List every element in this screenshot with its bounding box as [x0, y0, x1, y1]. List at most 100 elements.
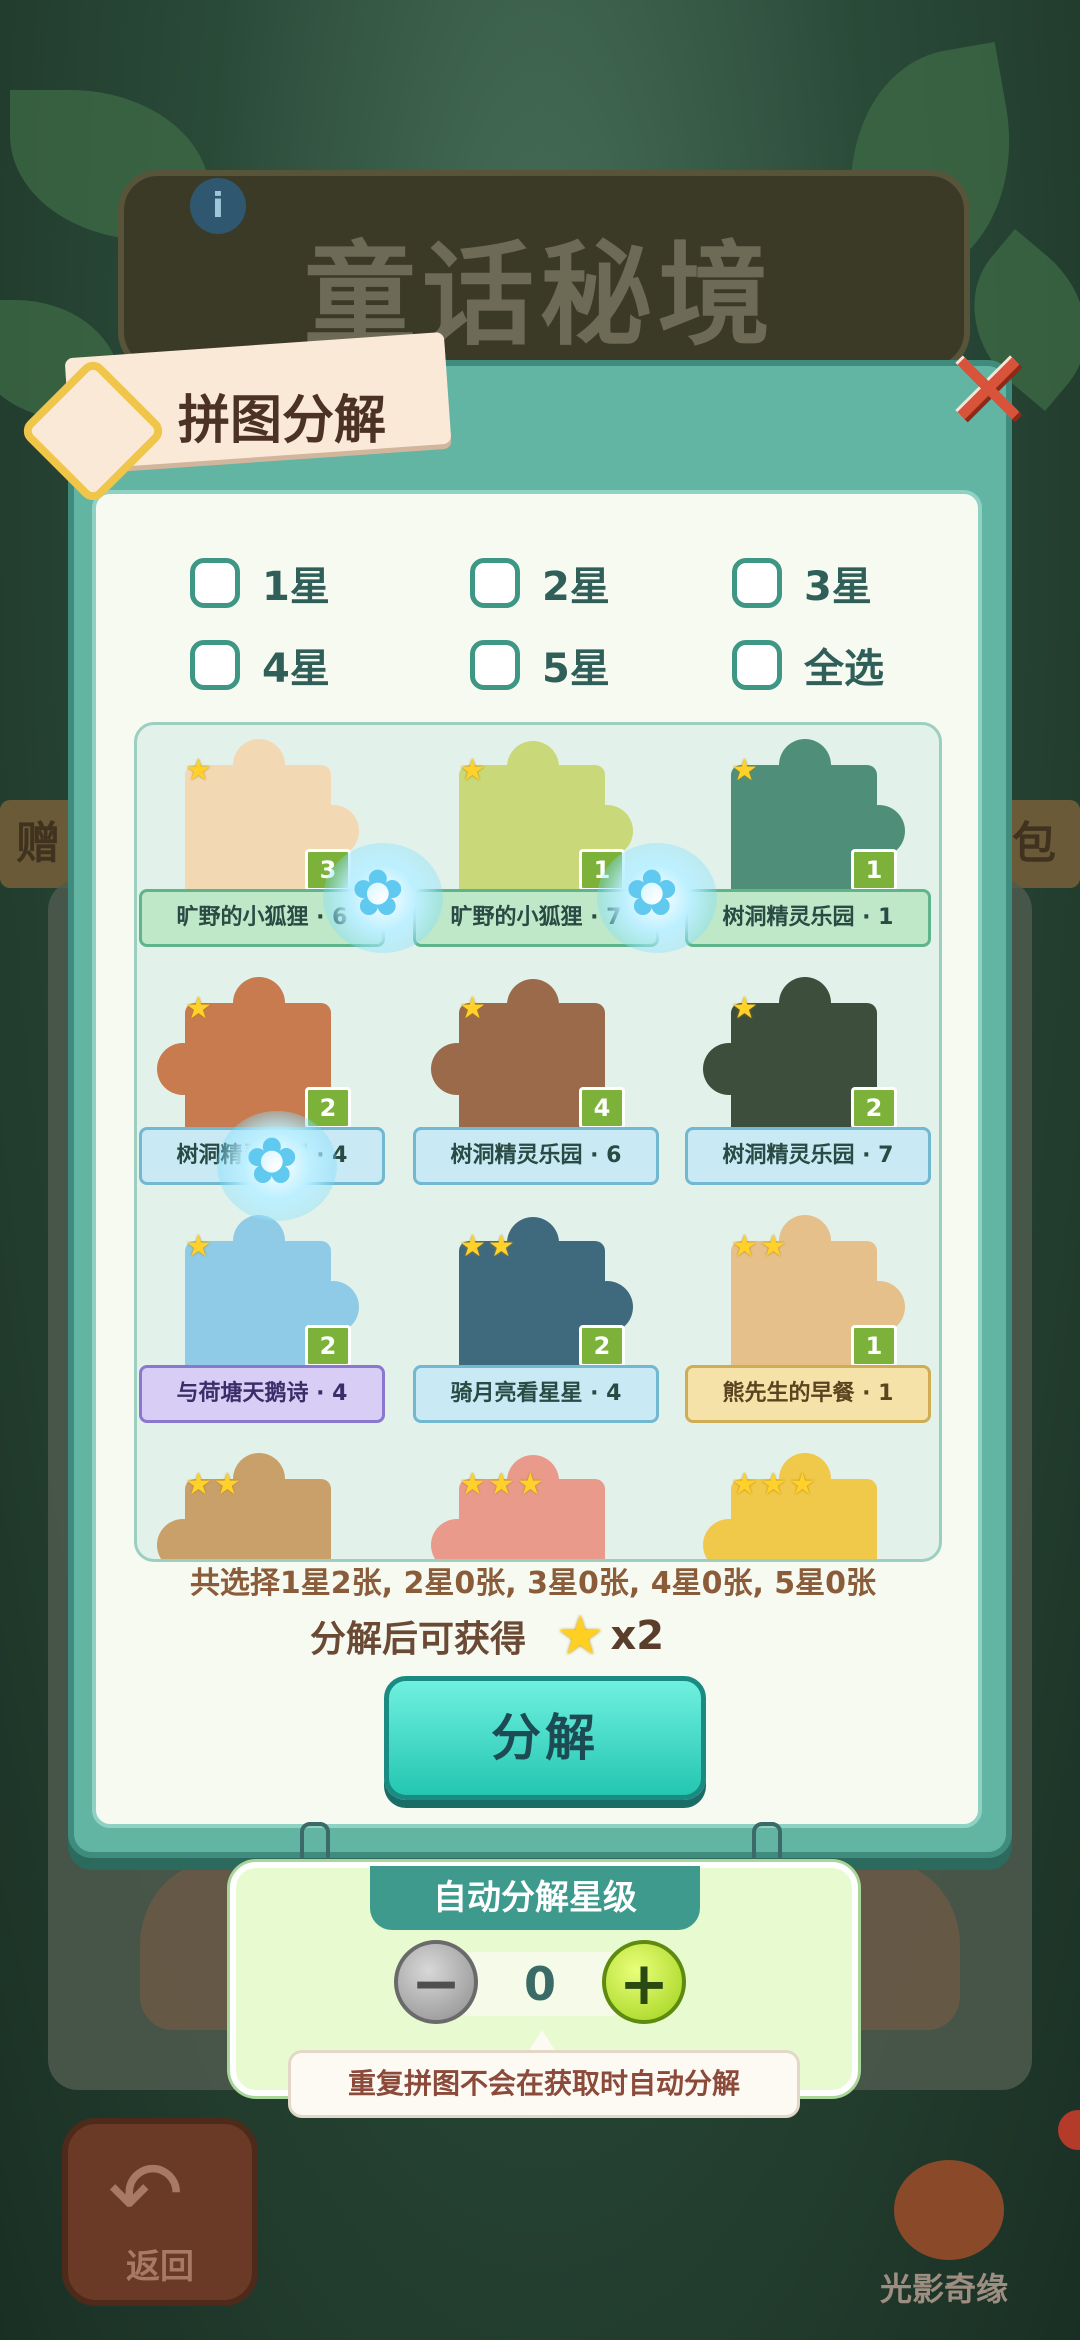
star-rating: ★ ★ ★ — [459, 1467, 544, 1502]
star-icon: ★ — [759, 1467, 787, 1502]
star-icon: ★ — [788, 1467, 816, 1502]
minus-icon[interactable]: − — [394, 1940, 478, 2024]
checkbox-label: 全选 — [804, 646, 884, 692]
star-icon: ★ — [556, 1604, 605, 1667]
filter-5-star[interactable]: 5星 — [470, 636, 610, 694]
reward-label: 分解后可获得 — [310, 1618, 527, 1660]
puzzle-knob — [431, 1043, 483, 1095]
puzzle-knob — [157, 1043, 209, 1095]
checkbox-label: 2星 — [542, 564, 610, 610]
filter-4-star[interactable]: 4星 — [190, 636, 330, 694]
piece-name-ribbon: 熊先生的早餐 · 1 — [685, 1365, 931, 1423]
filter-1-star[interactable]: 1星 — [190, 554, 330, 612]
piece-count-badge: 1 — [851, 1325, 897, 1367]
star-icon: ★ — [213, 1467, 241, 1502]
piece-name-ribbon: 骑月亮看星星 · 4 — [413, 1365, 659, 1423]
checkbox-label: 5星 — [542, 646, 610, 692]
paw-selected-icon: ✿ — [217, 1111, 337, 1221]
star-icon: ★ — [459, 991, 486, 1026]
star-rating: ★ — [185, 991, 212, 1026]
close-icon: ✕ — [944, 329, 1033, 452]
reward-row: 分解后可获得 ★ x2 — [310, 1604, 664, 1667]
star-icon: ★ — [185, 991, 212, 1026]
checkbox[interactable] — [732, 558, 782, 608]
star-icon: ★ — [731, 1229, 758, 1264]
paw-glyph: ✿ — [625, 857, 679, 931]
puzzle-knob — [431, 1519, 483, 1559]
piece-count-badge: 1 — [851, 849, 897, 891]
puzzle-piece-card[interactable]: ★ 2 树洞精灵乐园 · 7 — [685, 973, 931, 1205]
auto-decompose-title: 自动分解星级 — [370, 1866, 700, 1930]
star-rating: ★ ★ — [185, 1467, 241, 1502]
star-rating: ★ ★ ★ — [731, 1467, 816, 1502]
checkbox-label: 4星 — [262, 646, 330, 692]
plus-icon[interactable]: + — [602, 1940, 686, 2024]
scene-title: 童话秘境 — [304, 230, 776, 361]
star-icon: ★ — [487, 1467, 515, 1502]
puzzle-piece-card[interactable]: ★ 4 树洞精灵乐园 · 6 — [413, 973, 659, 1205]
star-rating: ★ — [731, 991, 758, 1026]
back-arrow-icon: ↶ — [108, 2142, 184, 2247]
auto-star-level-value: 0 — [523, 1957, 556, 2011]
puzzle-piece-card[interactable]: ★ ★ ★ — [685, 1449, 925, 1559]
selection-summary: 共选择1星2张, 2星0张, 3星0张, 4星0张, 5星0张 — [189, 1566, 877, 1601]
puzzle-piece-card[interactable]: ★ 2 与荷塘天鹅诗 · 4 — [139, 1211, 385, 1443]
checkbox[interactable] — [732, 640, 782, 690]
game-logo: 光影奇缘 — [864, 2160, 1024, 2310]
piece-name-ribbon: 树洞精灵乐园 · 1 — [685, 889, 931, 947]
star-icon: ★ — [731, 753, 758, 788]
puzzle-piece-grid[interactable]: ★3旷野的小狐狸 · 6★1旷野的小狐狸 · 7★1树洞精灵乐园 · 1★2树洞… — [134, 722, 942, 1562]
close-button[interactable]: ✕ — [944, 338, 1033, 444]
logo-mascot-icon — [894, 2160, 1004, 2260]
piece-count-badge: 2 — [305, 1325, 351, 1367]
puzzle-knob — [779, 739, 831, 791]
star-rating: ★ — [459, 753, 486, 788]
star-icon: ★ — [185, 1467, 212, 1502]
piece-count-badge: 2 — [851, 1087, 897, 1129]
puzzle-piece-card[interactable]: ★ 1 树洞精灵乐园 · 1 — [685, 735, 931, 967]
puzzle-knob — [233, 1215, 285, 1267]
puzzle-knob — [507, 741, 559, 793]
star-icon: ★ — [459, 1467, 486, 1502]
decompose-button[interactable]: 分解 — [384, 1676, 706, 1800]
star-rating: ★ — [459, 991, 486, 1026]
checkbox[interactable] — [190, 558, 240, 608]
paw-selected-icon: ✿ — [597, 843, 717, 953]
puzzle-knob — [233, 739, 285, 791]
piece-name-ribbon: 树洞精灵乐园 · 7 — [685, 1127, 931, 1185]
piece-name-ribbon: 树洞精灵乐园 · 6 — [413, 1127, 659, 1185]
back-button[interactable]: ↶ 返回 — [62, 2118, 258, 2306]
puzzle-knob — [507, 979, 559, 1031]
star-icon: ★ — [759, 1229, 787, 1264]
star-rating: ★ — [731, 753, 758, 788]
paw-selected-icon: ✿ — [323, 843, 443, 953]
star-icon: ★ — [731, 1467, 758, 1502]
filter-2-star[interactable]: 2星 — [470, 554, 610, 612]
checkbox[interactable] — [470, 640, 520, 690]
checkbox-label: 3星 — [804, 564, 872, 610]
star-rating: ★ — [185, 1229, 212, 1264]
star-icon: ★ — [459, 1229, 486, 1264]
hint-pointer — [528, 2030, 556, 2052]
filter-3-star[interactable]: 3星 — [732, 554, 872, 612]
star-icon: ★ — [487, 1229, 515, 1264]
back-label: 返回 — [126, 2247, 194, 2287]
puzzle-knob — [703, 1519, 755, 1559]
puzzle-piece-card[interactable]: ★ ★ ★ — [413, 1449, 653, 1559]
puzzle-knob — [233, 977, 285, 1029]
puzzle-piece-card[interactable]: ★ ★ 2 骑月亮看星星 · 4 — [413, 1211, 659, 1443]
filter-select-all[interactable]: 全选 — [732, 636, 884, 694]
dialog-title: 拼图分解 — [178, 391, 387, 451]
checkbox[interactable] — [190, 640, 240, 690]
checkbox[interactable] — [470, 558, 520, 608]
star-icon: ★ — [516, 1467, 544, 1502]
puzzle-knob — [157, 1519, 209, 1559]
checkbox-label: 1星 — [262, 564, 330, 610]
paw-glyph: ✿ — [245, 1125, 299, 1199]
puzzle-piece-card[interactable]: ★ ★ — [139, 1449, 379, 1559]
puzzle-piece-card[interactable]: ★ ★ 1 熊先生的早餐 · 1 — [685, 1211, 931, 1443]
logo-text: 光影奇缘 — [879, 2270, 1008, 2308]
reward-multiplier: x2 — [610, 1612, 665, 1659]
star-icon: ★ — [731, 991, 758, 1026]
star-icon: ★ — [185, 1229, 212, 1264]
